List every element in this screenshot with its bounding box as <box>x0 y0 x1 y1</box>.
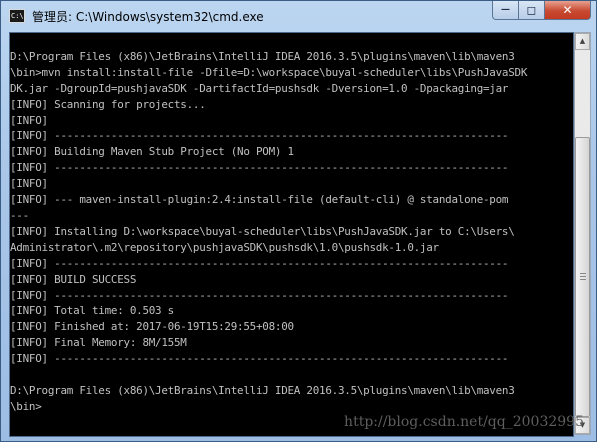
scrollbar-thumb[interactable] <box>575 137 590 417</box>
scroll-up-icon: ▲ <box>579 37 586 45</box>
caption-buttons: — ◻ ✕ <box>492 1 591 21</box>
minimize-icon: — <box>501 5 510 15</box>
minimize-button[interactable]: — <box>492 1 519 20</box>
maximize-button[interactable]: ◻ <box>519 1 545 20</box>
scroll-up-button[interactable]: ▲ <box>575 33 590 50</box>
console-text[interactable]: D:\Program Files (x86)\JetBrains\Intelli… <box>10 33 573 415</box>
close-button[interactable]: ✕ <box>545 1 591 20</box>
console-output[interactable]: D:\Program Files (x86)\JetBrains\Intelli… <box>9 32 574 437</box>
cmd-icon[interactable]: C:\ <box>9 9 25 23</box>
watermark-text: http://blog.csdn.net/qq_20032995 <box>344 414 584 430</box>
vertical-scrollbar[interactable]: ▲ ▼ <box>574 32 591 435</box>
title-bar[interactable]: C:\ 管理员: C:\Windows\system32\cmd.exe — ◻… <box>1 1 596 32</box>
window-title: 管理员: C:\Windows\system32\cmd.exe <box>32 10 264 24</box>
close-icon: ✕ <box>562 3 573 17</box>
grip-icon <box>580 273 586 280</box>
cmd-window: C:\ 管理员: C:\Windows\system32\cmd.exe — ◻… <box>0 0 597 442</box>
maximize-icon: ◻ <box>526 3 537 17</box>
